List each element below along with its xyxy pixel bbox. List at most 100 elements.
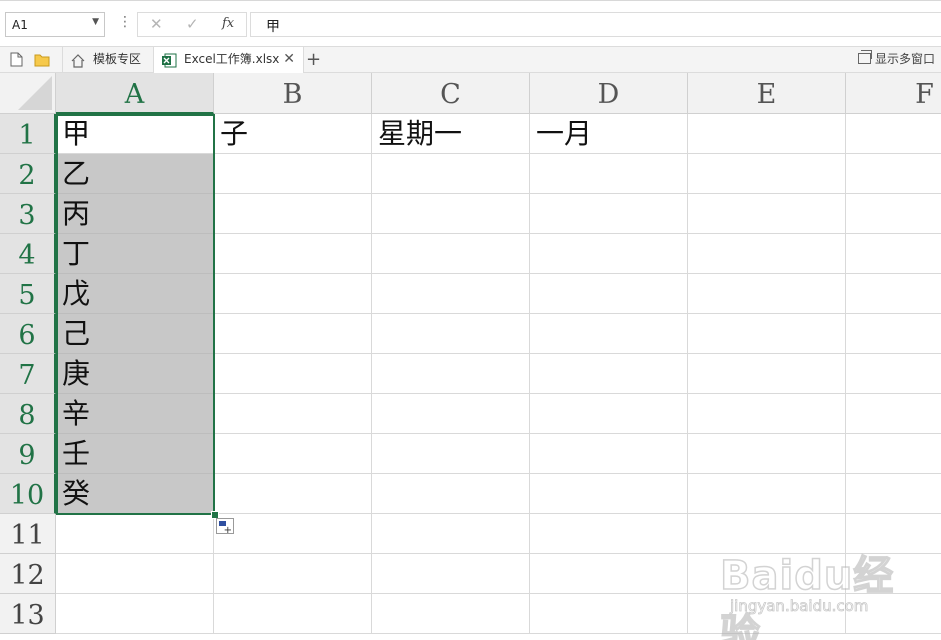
cell-d7[interactable] [530,354,688,394]
cell-a10[interactable]: 癸 [56,474,214,514]
cell-c2[interactable] [372,154,530,194]
cell-c1[interactable]: 星期一 [372,114,530,154]
open-folder-icon[interactable] [34,52,50,71]
name-box-dropdown-icon[interactable]: ▼ [92,17,99,27]
cell-e10[interactable] [688,474,846,514]
cell-d1[interactable]: 一月 [530,114,688,154]
cell-c12[interactable] [372,554,530,594]
column-header-f[interactable]: F [846,73,941,114]
column-header-d[interactable]: D [530,73,688,114]
cell-c4[interactable] [372,234,530,274]
row-header-6[interactable]: 6 [0,314,56,354]
cell-e7[interactable] [688,354,846,394]
cell-c8[interactable] [372,394,530,434]
cell-e12[interactable] [688,554,846,594]
cell-f2[interactable] [846,154,941,194]
row-header-1[interactable]: 1 [0,114,56,154]
row-header-13[interactable]: 13 [0,594,56,634]
cell-f8[interactable] [846,394,941,434]
cell-a11[interactable] [56,514,214,554]
cell-c6[interactable] [372,314,530,354]
cell-b8[interactable] [214,394,372,434]
cell-b3[interactable] [214,194,372,234]
cell-c11[interactable] [372,514,530,554]
cell-a6[interactable]: 己 [56,314,214,354]
cell-d13[interactable] [530,594,688,634]
cell-d8[interactable] [530,394,688,434]
column-header-e[interactable]: E [688,73,846,114]
cell-c10[interactable] [372,474,530,514]
tab-templates[interactable]: 模板专区 [62,47,154,73]
cell-a13[interactable] [56,594,214,634]
cell-b1[interactable]: 子 [214,114,372,154]
column-header-a[interactable]: A [56,73,214,114]
cell-e1[interactable] [688,114,846,154]
cell-f9[interactable] [846,434,941,474]
new-document-icon[interactable] [10,52,23,71]
cell-d11[interactable] [530,514,688,554]
cell-e4[interactable] [688,234,846,274]
cell-f13[interactable] [846,594,941,634]
cell-f3[interactable] [846,194,941,234]
cell-f7[interactable] [846,354,941,394]
tab-workbook[interactable]: Excel工作簿.xlsx ✕ [154,47,304,73]
cell-e3[interactable] [688,194,846,234]
cell-c7[interactable] [372,354,530,394]
cell-b9[interactable] [214,434,372,474]
cell-e11[interactable] [688,514,846,554]
cell-f6[interactable] [846,314,941,354]
row-header-10[interactable]: 10 [0,474,56,514]
cell-b12[interactable] [214,554,372,594]
cell-d9[interactable] [530,434,688,474]
cell-a12[interactable] [56,554,214,594]
cell-e13[interactable] [688,594,846,634]
insert-function-icon[interactable]: fx [222,16,234,31]
cell-f4[interactable] [846,234,941,274]
cell-a8[interactable]: 辛 [56,394,214,434]
row-header-5[interactable]: 5 [0,274,56,314]
name-box[interactable]: A1 ▼ [5,12,105,37]
formula-input[interactable]: 甲 [250,12,941,37]
cell-c5[interactable] [372,274,530,314]
column-header-b[interactable]: B [214,73,372,114]
show-multi-window-button[interactable]: 显示多窗口 [857,47,935,72]
cell-b6[interactable] [214,314,372,354]
column-header-c[interactable]: C [372,73,530,114]
more-options-icon[interactable]: ⋮ [118,14,132,30]
cell-d10[interactable] [530,474,688,514]
cell-f11[interactable] [846,514,941,554]
cell-f1[interactable] [846,114,941,154]
cell-b2[interactable] [214,154,372,194]
cell-d3[interactable] [530,194,688,234]
row-header-8[interactable]: 8 [0,394,56,434]
cell-a1[interactable]: 甲 [56,114,214,154]
cell-e5[interactable] [688,274,846,314]
cell-d2[interactable] [530,154,688,194]
cell-e8[interactable] [688,394,846,434]
row-header-4[interactable]: 4 [0,234,56,274]
new-tab-button[interactable]: + [306,47,321,72]
row-header-7[interactable]: 7 [0,354,56,394]
cell-a9[interactable]: 壬 [56,434,214,474]
cell-a7[interactable]: 庚 [56,354,214,394]
cell-a2[interactable]: 乙 [56,154,214,194]
cell-a3[interactable]: 丙 [56,194,214,234]
close-tab-icon[interactable]: ✕ [283,47,295,72]
cell-f5[interactable] [846,274,941,314]
cell-b13[interactable] [214,594,372,634]
cell-c9[interactable] [372,434,530,474]
cancel-icon[interactable]: ✕ [150,15,163,33]
cell-e9[interactable] [688,434,846,474]
cell-b10[interactable] [214,474,372,514]
row-header-9[interactable]: 9 [0,434,56,474]
row-header-2[interactable]: 2 [0,154,56,194]
cell-c3[interactable] [372,194,530,234]
select-all-corner[interactable] [0,73,56,114]
cell-d5[interactable] [530,274,688,314]
cell-e2[interactable] [688,154,846,194]
cell-e6[interactable] [688,314,846,354]
row-header-3[interactable]: 3 [0,194,56,234]
cell-d4[interactable] [530,234,688,274]
confirm-icon[interactable]: ✓ [186,15,199,33]
cell-c13[interactable] [372,594,530,634]
